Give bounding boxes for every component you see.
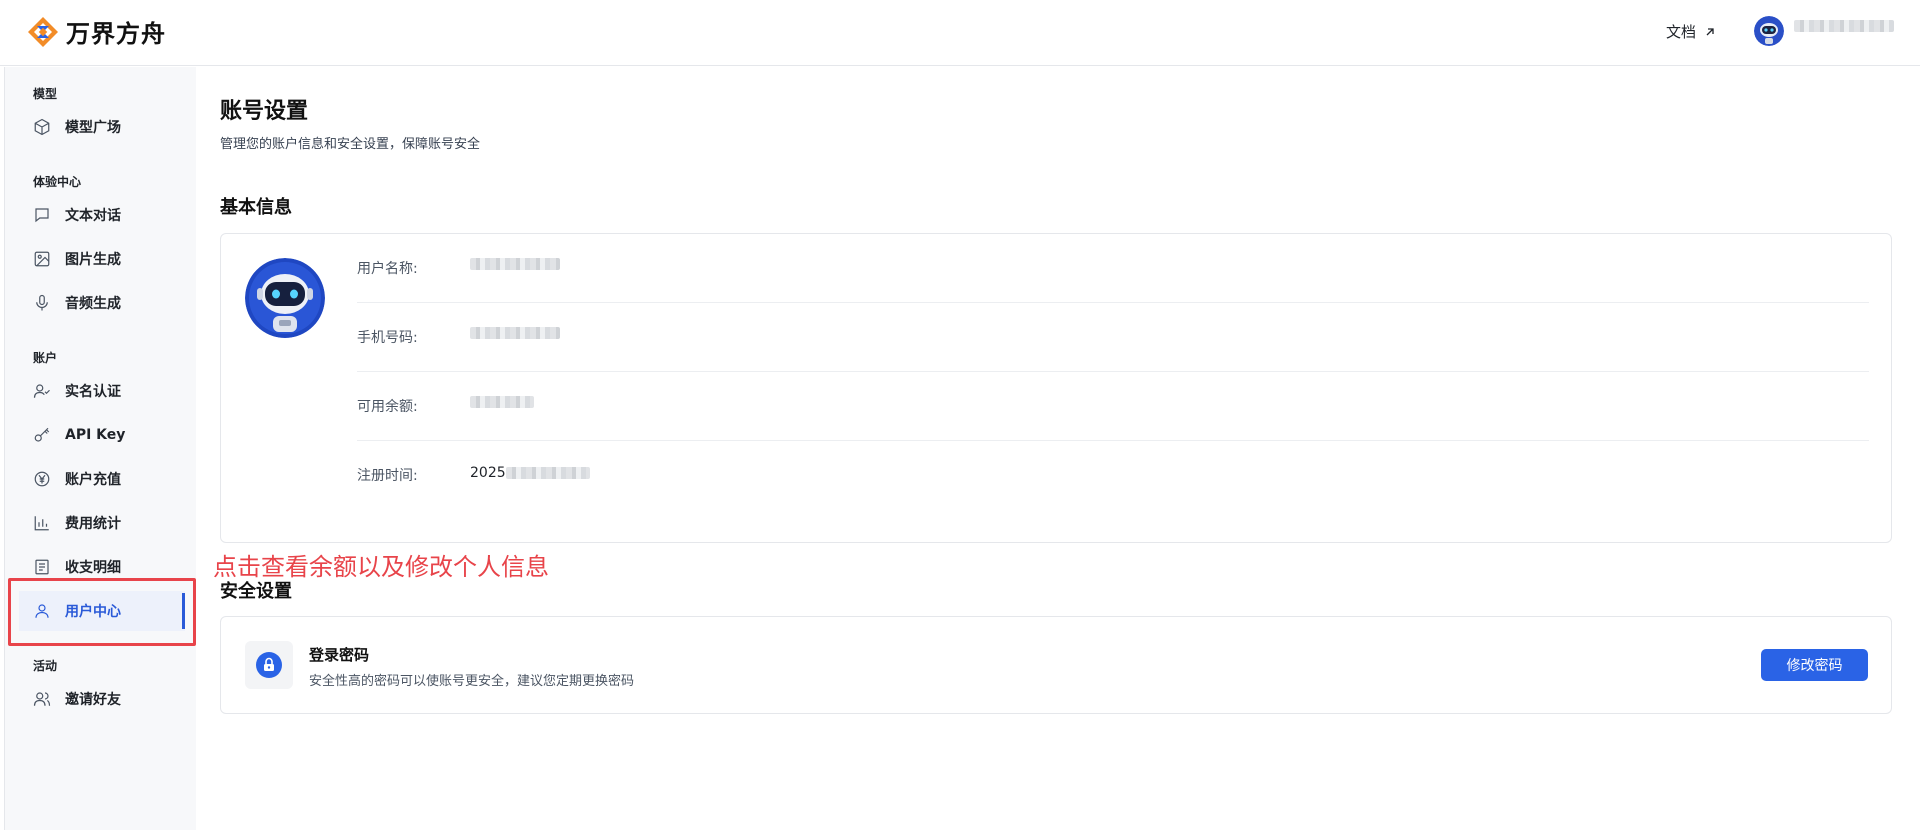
sidebar-item-invite-friends[interactable]: 邀请好友 — [19, 679, 185, 719]
basic-info-title: 基本信息 — [220, 197, 292, 218]
sidebar-item-label: 音频生成 — [65, 296, 121, 312]
basic-info-card: 用户名称: 手机号码: 可用余额: 注册时间: 2025 — [220, 233, 1892, 543]
info-value: 2025 — [470, 465, 590, 481]
sidebar-item-label: 邀请好友 — [65, 692, 121, 708]
external-link-icon — [1706, 27, 1714, 35]
chat-icon — [35, 208, 49, 223]
logo-text: 万界方舟 — [66, 20, 166, 48]
info-row-balance: 可用余额: — [357, 372, 1869, 441]
section-label-account: 账户 — [33, 351, 58, 365]
username-display[interactable] — [1794, 20, 1894, 32]
top-header: 万界方舟 文档 — [0, 0, 1920, 66]
logo-icon — [28, 16, 58, 47]
annotation-text: 点击查看余额以及修改个人信息 — [213, 553, 549, 581]
bar-chart-icon — [34, 516, 49, 531]
info-value — [470, 396, 534, 412]
image-icon — [34, 251, 50, 267]
redacted-value — [470, 327, 560, 339]
section-label-model: 模型 — [33, 87, 58, 101]
cube-icon — [34, 118, 50, 136]
sidebar-item-label: API Key — [65, 427, 126, 443]
docs-label: 文档 — [1666, 23, 1697, 41]
header-avatar[interactable] — [1754, 16, 1784, 46]
change-password-button[interactable]: 修改密码 — [1761, 649, 1868, 681]
sidebar-item-model-square[interactable]: 模型广场 — [19, 107, 185, 147]
sidebar-item-user-center[interactable]: 用户中心 — [19, 591, 185, 631]
yuan-icon — [34, 471, 50, 487]
lock-icon — [256, 652, 282, 678]
sidebar-item-transactions[interactable]: 收支明细 — [19, 547, 185, 587]
profile-avatar[interactable] — [245, 258, 325, 338]
sidebar-item-image-generation[interactable]: 图片生成 — [19, 239, 185, 279]
sidebar-item-label: 费用统计 — [65, 516, 121, 532]
redacted-value — [505, 467, 590, 479]
redacted-value — [470, 396, 534, 408]
info-row-register-time: 注册时间: 2025 — [357, 441, 1869, 510]
password-description: 安全性高的密码可以使账号更安全，建议您定期更换密码 — [309, 674, 635, 689]
info-label: 用户名称: — [357, 261, 418, 277]
sidebar-item-text-chat[interactable]: 文本对话 — [19, 195, 185, 235]
info-label: 可用余额: — [357, 399, 418, 415]
user-icon — [35, 604, 49, 618]
info-label: 注册时间: — [357, 468, 418, 484]
docs-link[interactable]: 文档 — [1666, 21, 1716, 42]
sidebar: 模型 模型广场 体验中心 文本对话 图片生成 音频生成 账户 实名认证 API … — [4, 67, 196, 830]
sidebar-item-cost-stats[interactable]: 费用统计 — [19, 503, 185, 543]
logo[interactable]: 万界方舟 — [26, 14, 166, 49]
info-row-username: 用户名称: — [357, 234, 1869, 303]
sidebar-item-label: 图片生成 — [65, 252, 121, 268]
lock-icon-box — [245, 641, 293, 689]
page-description: 管理您的账户信息和安全设置，保障账号安全 — [220, 137, 481, 152]
security-card: 登录密码 安全性高的密码可以使账号更安全，建议您定期更换密码 修改密码 — [220, 616, 1892, 714]
sidebar-item-label: 账户充值 — [65, 472, 121, 488]
section-label-experience: 体验中心 — [33, 175, 82, 189]
key-icon — [34, 427, 50, 442]
sidebar-item-recharge[interactable]: 账户充值 — [19, 459, 185, 499]
info-row-phone: 手机号码: — [357, 303, 1869, 372]
sidebar-item-label: 文本对话 — [65, 208, 121, 224]
sidebar-item-label: 用户中心 — [65, 604, 121, 620]
document-icon — [35, 559, 49, 575]
page-title: 账号设置 — [220, 99, 309, 124]
users-icon — [33, 692, 51, 706]
info-label: 手机号码: — [357, 330, 418, 346]
sidebar-item-label: 实名认证 — [65, 384, 121, 400]
sidebar-item-verification[interactable]: 实名认证 — [19, 371, 185, 411]
section-label-activity: 活动 — [33, 659, 58, 673]
sidebar-item-api-key[interactable]: API Key — [19, 415, 185, 455]
info-value — [470, 327, 560, 343]
info-value — [470, 258, 560, 274]
redacted-value — [470, 258, 560, 270]
main-content: 账号设置 管理您的账户信息和安全设置，保障账号安全 基本信息 用户名称: 手机号… — [196, 67, 1920, 830]
sidebar-item-audio-generation[interactable]: 音频生成 — [19, 283, 185, 323]
password-title: 登录密码 — [309, 646, 370, 664]
microphone-icon — [36, 294, 48, 311]
sidebar-item-label: 模型广场 — [65, 120, 121, 136]
sidebar-item-label: 收支明细 — [65, 560, 121, 576]
user-check-icon — [33, 384, 50, 398]
